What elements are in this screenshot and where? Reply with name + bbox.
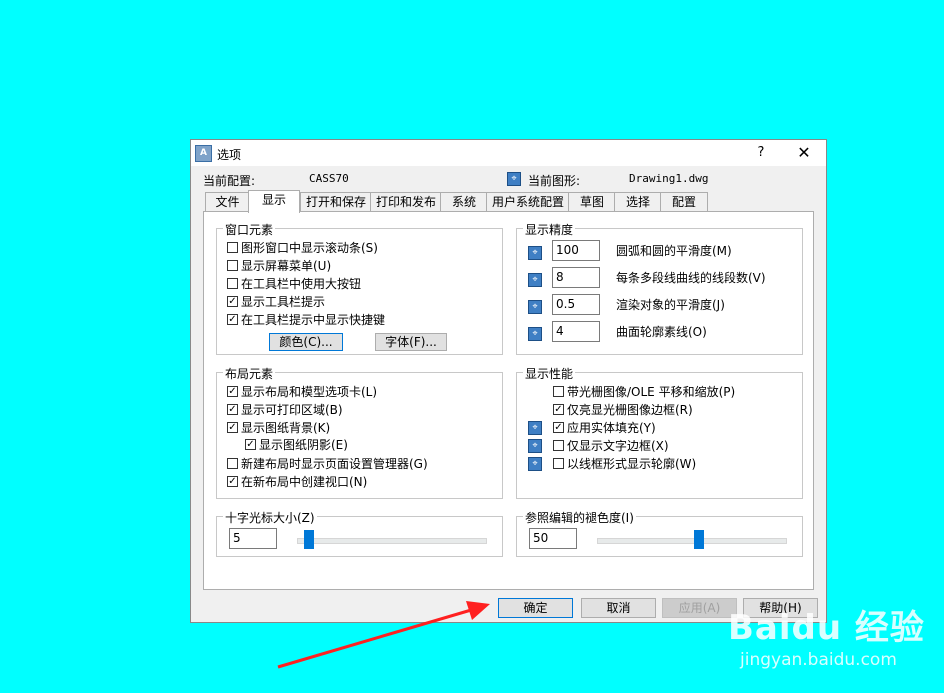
tab-display[interactable]: 显示 — [248, 190, 300, 213]
annotation-arrow — [277, 601, 490, 669]
baidu-watermark-logo: Baidu 经验 — [728, 608, 925, 648]
baidu-watermark-url: jingyan.baidu.com — [740, 650, 897, 670]
